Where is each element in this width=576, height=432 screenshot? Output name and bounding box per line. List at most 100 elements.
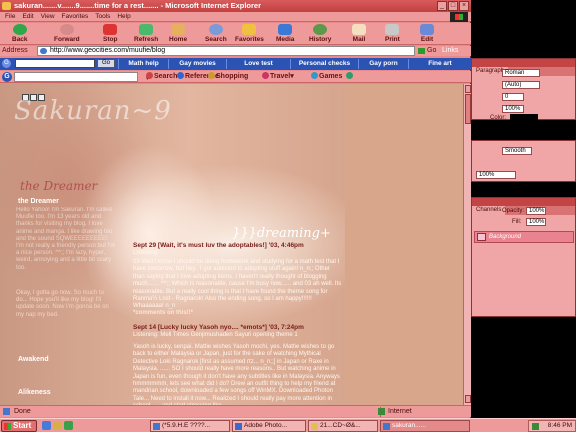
geocities-search-input[interactable] bbox=[15, 59, 95, 68]
search-icon bbox=[146, 72, 153, 79]
media-button[interactable]: Media bbox=[276, 24, 294, 43]
links-button[interactable]: Links bbox=[442, 46, 458, 56]
go-label: Go bbox=[427, 47, 437, 54]
leading-select[interactable]: (Auto) bbox=[502, 81, 540, 89]
stop-button[interactable]: Stop bbox=[103, 24, 117, 43]
text-color-swatch[interactable] bbox=[510, 114, 538, 120]
sidebar-about-text: Hello Yahoo! I'm Sakuran. I'm called Muu… bbox=[16, 207, 116, 271]
tracking-input[interactable]: 0 bbox=[502, 93, 524, 101]
nav-gay-porn[interactable]: Gay porn bbox=[358, 59, 408, 69]
task-label: Adobe Photo... bbox=[244, 422, 288, 429]
maximize-button[interactable]: □ bbox=[448, 1, 458, 11]
address-url: http://www.geocities.com/muufie/blog bbox=[50, 47, 166, 54]
task-button-photoshop[interactable]: Adobe Photo... bbox=[232, 420, 306, 432]
comments-link[interactable]: *comments on this!!* bbox=[133, 310, 193, 316]
color-label: Color: bbox=[490, 115, 507, 121]
nav-fine-art[interactable]: Fine art bbox=[408, 59, 471, 69]
menu-tools[interactable]: Tools bbox=[95, 12, 110, 22]
menu-help[interactable]: Help bbox=[117, 12, 130, 22]
internet-zone-icon bbox=[378, 408, 385, 415]
geocities-search-button[interactable]: Go bbox=[97, 59, 115, 68]
post-listening: Listening: ... bbox=[133, 250, 166, 256]
quicklaunch-media-icon[interactable] bbox=[64, 421, 73, 430]
menu-view[interactable]: View bbox=[41, 12, 55, 22]
zoom-input[interactable]: 100% bbox=[476, 171, 516, 179]
title-bar[interactable]: sakuran.......v.......9.......time for a… bbox=[0, 0, 471, 12]
tray-network-icon[interactable] bbox=[532, 423, 539, 430]
scale-input[interactable]: 100% bbox=[502, 105, 524, 113]
clock[interactable]: 8:46 PM bbox=[548, 421, 572, 431]
google-games-button[interactable] bbox=[346, 71, 354, 83]
favorites-button[interactable]: Favorites bbox=[235, 24, 264, 43]
print-button[interactable]: Print bbox=[385, 24, 400, 43]
google-reference-button[interactable]: Shopping bbox=[208, 71, 248, 83]
palette-title-bar[interactable] bbox=[472, 59, 575, 67]
search-button[interactable]: Search bbox=[205, 24, 227, 43]
quicklaunch-desktop-icon[interactable] bbox=[53, 421, 62, 430]
page-content: Sakuran~9 the Dreamer }}}dreaming+ the D… bbox=[0, 84, 463, 405]
task-button-ie[interactable]: sakuran...... bbox=[380, 420, 470, 432]
close-button[interactable]: × bbox=[459, 1, 469, 11]
status-zone: Internet bbox=[388, 408, 412, 415]
google-travel-button[interactable]: Games bbox=[311, 71, 342, 83]
start-button[interactable]: Start bbox=[1, 420, 37, 432]
desktop: sakuran.......v.......9.......time for a… bbox=[0, 0, 576, 432]
back-button[interactable]: Back bbox=[12, 24, 28, 43]
quicklaunch-ie-icon[interactable] bbox=[42, 421, 51, 430]
menu-file[interactable]: File bbox=[5, 12, 15, 22]
site-logo: the Dreamer bbox=[20, 179, 98, 193]
nav-gay-movies[interactable]: Gay movies bbox=[168, 59, 226, 69]
task-label: (*5.9.H.E ????... bbox=[162, 422, 211, 429]
google-shopping-button[interactable]: Travel▾ bbox=[262, 71, 294, 83]
history-button[interactable]: History bbox=[309, 24, 331, 43]
font-style-select[interactable]: Roman bbox=[502, 69, 540, 77]
refresh-icon bbox=[139, 24, 154, 35]
forward-arrow-icon bbox=[59, 24, 74, 35]
minimize-button[interactable]: _ bbox=[437, 1, 447, 11]
google-reference-label: Shopping bbox=[216, 73, 249, 80]
home-button[interactable]: Home bbox=[169, 24, 187, 43]
address-label: Address bbox=[2, 47, 28, 54]
media-label: Media bbox=[276, 36, 295, 43]
forward-button[interactable]: Forward bbox=[54, 24, 80, 43]
stop-label: Stop bbox=[103, 36, 118, 43]
nav-math-help[interactable]: Math help bbox=[118, 59, 168, 69]
layer-thumbnail bbox=[477, 233, 486, 241]
opacity-input[interactable]: 100% bbox=[526, 207, 546, 215]
edit-button[interactable]: Edit bbox=[420, 24, 434, 43]
task-app-icon bbox=[153, 423, 160, 430]
antialias-select[interactable]: Smooth bbox=[502, 147, 532, 155]
task-button-1[interactable]: (*5.9.H.E ????... bbox=[150, 420, 230, 432]
fill-input[interactable]: 100% bbox=[526, 218, 546, 226]
back-label: Back bbox=[12, 36, 28, 43]
layer-row[interactable]: Background bbox=[474, 231, 574, 243]
vertical-scrollbar[interactable] bbox=[463, 84, 471, 405]
book-icon bbox=[208, 72, 215, 79]
menu-edit[interactable]: Edit bbox=[22, 12, 33, 22]
mail-button[interactable]: Mail bbox=[352, 24, 366, 43]
section-heading-alikeness: Alikeness bbox=[18, 389, 51, 396]
google-search-input[interactable]: ▾ bbox=[14, 72, 149, 82]
standard-toolbar: Back Forward Stop Refresh Home Search Fa… bbox=[0, 23, 471, 45]
games-icon bbox=[346, 72, 353, 79]
photoshop-icon bbox=[235, 423, 242, 430]
task-button-3[interactable]: 21...CD~Ø&... bbox=[308, 420, 378, 432]
refresh-button[interactable]: Refresh bbox=[134, 24, 158, 43]
paragraph-palette: Paragraph Roman (Auto) 0 100% Color: bbox=[471, 58, 576, 121]
google-search-button[interactable]: Search: bbox=[146, 71, 180, 83]
nav-personal-checks[interactable]: Personal checks bbox=[290, 59, 358, 69]
mail-icon bbox=[352, 24, 366, 35]
stop-icon bbox=[103, 24, 118, 35]
address-input[interactable]: http://www.geocities.com/muufie/blog bbox=[37, 46, 415, 56]
post-title: Sept 14 [Lucky lucky Yasoh nyo.... *emot… bbox=[133, 324, 304, 331]
menu-bar: File Edit View Favorites Tools Help bbox=[0, 12, 471, 22]
tab-channels[interactable]: Channels bbox=[472, 206, 506, 215]
go-button[interactable]: Go bbox=[418, 46, 436, 56]
menu-favorites[interactable]: Favorites bbox=[62, 12, 89, 22]
geocities-nav-bar: G Go Math help Gay movies Love test Pers… bbox=[0, 58, 471, 70]
search-icon bbox=[208, 24, 223, 35]
go-arrow-icon bbox=[418, 48, 425, 54]
palette-title-bar[interactable] bbox=[472, 198, 575, 206]
character-options-palette: Smooth 100% bbox=[471, 140, 576, 182]
nav-love-test[interactable]: Love test bbox=[226, 59, 290, 69]
